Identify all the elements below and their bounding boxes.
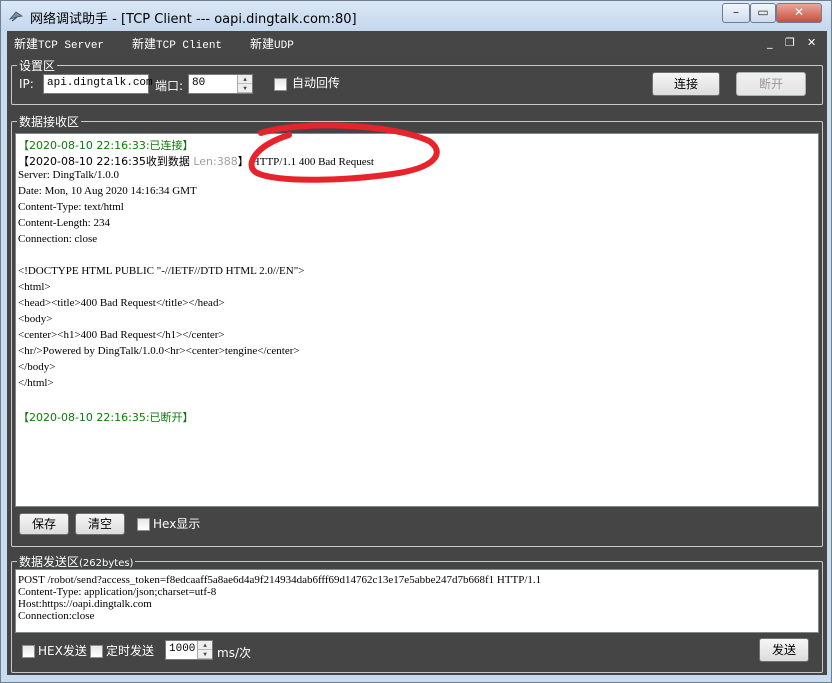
received-line: Content-Type: text/html	[18, 201, 124, 213]
timed-send-label: 定时发送	[106, 644, 155, 658]
spin-buttons[interactable]: ▲ ▼	[197, 641, 212, 659]
spin-down-icon[interactable]: ▼	[238, 84, 252, 93]
connect-button[interactable]: 连接	[652, 72, 720, 96]
menu-label: UDP	[274, 40, 294, 52]
received-line: <head><title>400 Bad Request</title></he…	[18, 297, 225, 309]
spin-up-icon[interactable]: ▲	[238, 75, 252, 84]
received-line: <html>	[18, 281, 51, 293]
mdi-restore-icon[interactable]: ❐	[785, 36, 795, 49]
network-tool-icon	[8, 11, 24, 22]
send-line: POST /robot/send?access_token=f8edcaaff5…	[18, 574, 542, 586]
mdi-close-icon[interactable]: ✕	[807, 36, 816, 49]
status-connected-line: 【2020-08-10 22:16:33:已连接】	[18, 139, 194, 152]
clear-button[interactable]: 清空	[75, 513, 125, 535]
ip-input[interactable]: api.dingtalk.com	[43, 74, 153, 94]
send-line: Connection:close	[18, 610, 95, 622]
minimize-button[interactable]: –	[722, 3, 750, 23]
close-button[interactable]: ✕	[776, 3, 822, 23]
received-timestamp: 【2020-08-10 22:16:35收到数据	[18, 155, 194, 168]
interval-value: 1000	[169, 643, 196, 655]
restore-button[interactable]: ▭	[750, 3, 776, 23]
received-line: <!DOCTYPE HTML PUBLIC "-//IETF//DTD HTML…	[18, 265, 305, 277]
interval-stepper[interactable]: 1000 ▲ ▼	[165, 640, 213, 660]
hex-send-checkbox[interactable]	[22, 645, 35, 658]
menu-label: 新建	[132, 37, 157, 51]
send-line: Content-Type: application/json;charset=u…	[18, 586, 217, 598]
mdi-minimize-icon[interactable]: _	[767, 36, 773, 49]
disconnect-button[interactable]: 断开	[736, 72, 806, 96]
menu-new-tcp-client[interactable]: 新建TCP Client	[132, 35, 222, 52]
hex-display-label: Hex显示	[153, 517, 201, 531]
port-stepper[interactable]: 80 ▲ ▼	[188, 74, 253, 94]
spin-up-icon[interactable]: ▲	[198, 641, 212, 650]
send-button[interactable]: 发送	[759, 638, 809, 662]
ip-label: IP:	[19, 77, 34, 91]
settings-group: 设置区 IP: api.dingtalk.com 端口: 80 ▲ ▼ 自动回传 …	[11, 57, 823, 105]
received-line: Connection: close	[18, 233, 98, 245]
received-line: Server: DingTalk/1.0.0	[18, 169, 119, 181]
annotation-circle-icon	[248, 122, 440, 183]
menu-new-udp[interactable]: 新建UDP	[250, 35, 294, 52]
menu-label: 新建	[14, 37, 39, 51]
hex-send-label: HEX发送	[38, 644, 87, 658]
menu-label: TCP Server	[38, 40, 105, 52]
send-legend-text: 数据发送区	[19, 555, 80, 569]
receive-legend: 数据接收区	[17, 113, 82, 130]
received-line: </html>	[18, 377, 54, 389]
spin-buttons[interactable]: ▲ ▼	[237, 75, 252, 93]
menu-label: 新建	[250, 37, 275, 51]
auto-reply-label: 自动回传	[292, 76, 341, 90]
timed-send-checkbox[interactable]	[90, 645, 103, 658]
received-line: <center><h1>400 Bad Request</h1></center…	[18, 329, 225, 341]
status-disconnected-line: 【2020-08-10 22:16:35:已断开】	[18, 411, 194, 424]
menu-bar: 新建TCP Server 新建TCP Client 新建UDP _ ❐ ✕	[7, 31, 827, 55]
port-label: 端口:	[155, 79, 184, 93]
menu-new-tcp-server[interactable]: 新建TCP Server	[14, 35, 104, 52]
received-line: <body>	[18, 313, 53, 325]
port-value: 80	[192, 77, 206, 89]
hex-display-checkbox[interactable]	[137, 518, 150, 531]
save-button[interactable]: 保存	[19, 513, 69, 535]
title-bar[interactable]: 网络调试助手 - [TCP Client --- oapi.dingtalk.c…	[1, 1, 831, 31]
send-legend: 数据发送区(262bytes)	[17, 553, 136, 570]
client-area: 设置区 IP: api.dingtalk.com 端口: 80 ▲ ▼ 自动回传 …	[7, 55, 827, 675]
send-byte-count: (262bytes)	[79, 558, 134, 569]
window-title: 网络调试助手 - [TCP Client --- oapi.dingtalk.c…	[30, 12, 357, 27]
received-length: Len:388	[193, 155, 238, 168]
auto-reply-checkbox[interactable]	[274, 78, 287, 91]
menu-label: TCP Client	[156, 40, 223, 52]
received-line: </body>	[18, 361, 56, 373]
settings-legend: 设置区	[17, 57, 58, 74]
spin-down-icon[interactable]: ▼	[198, 650, 212, 659]
received-line: <hr/>Powered by DingTalk/1.0.0<hr><cente…	[18, 345, 300, 357]
app-window: 网络调试助手 - [TCP Client --- oapi.dingtalk.c…	[0, 0, 832, 683]
received-line: Date: Mon, 10 Aug 2020 14:16:34 GMT	[18, 185, 197, 197]
send-line: Host:https://oapi.dingtalk.com	[18, 598, 152, 610]
interval-unit-label: ms/次	[217, 646, 251, 660]
send-textarea[interactable]: POST /robot/send?access_token=f8edcaaff5…	[15, 569, 819, 633]
received-line: Content-Length: 234	[18, 217, 110, 229]
